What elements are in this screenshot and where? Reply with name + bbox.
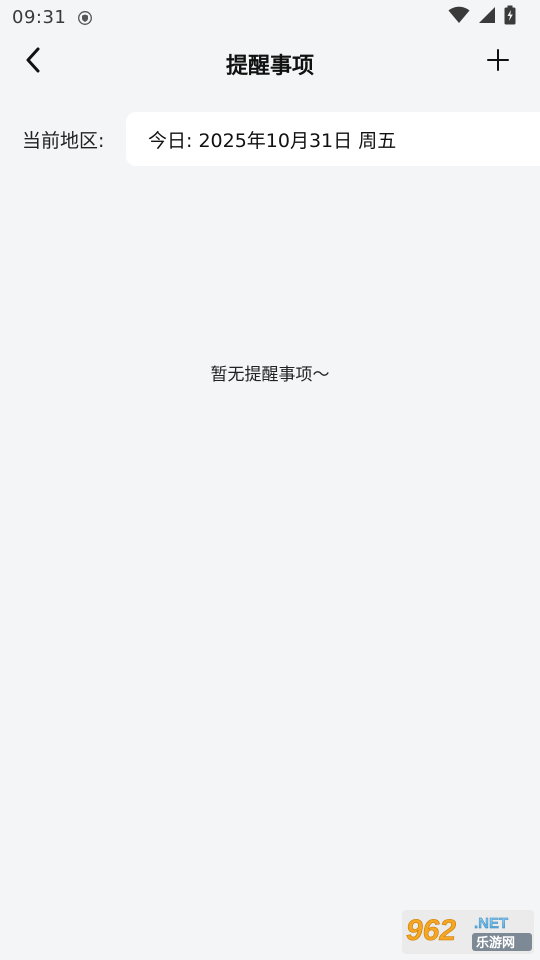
page-title: 提醒事项 [225,54,314,79]
status-bar: 09:31 [0,0,540,34]
header: 提醒事项 [0,34,540,92]
empty-state-message: 暂无提醒事项～ [210,365,330,385]
status-time: 09:31 [12,6,67,28]
watermark-net: .NET [474,915,508,932]
wifi-icon [448,6,470,28]
date-text: 今日: 2025年10月31日 周五 [148,129,397,152]
battery-icon [504,5,516,29]
status-right [448,5,516,29]
plus-icon [487,49,509,75]
region-label: 当前地区: [22,130,105,152]
watermark-number: 962 [406,914,456,947]
date-selector[interactable]: 今日: 2025年10月31日 周五 [126,112,540,166]
add-reminder-button[interactable] [484,48,512,76]
cell-signal-icon [478,6,496,28]
screen: 09:31 提醒事项 当前地区: 今日: 2025年10月31日 周五 暂无提醒… [0,0,540,960]
status-left: 09:31 [12,6,93,28]
shield-icon [78,10,93,25]
region-row: 当前地区: 今日: 2025年10月31日 周五 [0,112,540,166]
watermark-cn: 乐游网 [476,935,515,951]
watermark-logo: 962 .NET 乐游网 [402,910,534,954]
